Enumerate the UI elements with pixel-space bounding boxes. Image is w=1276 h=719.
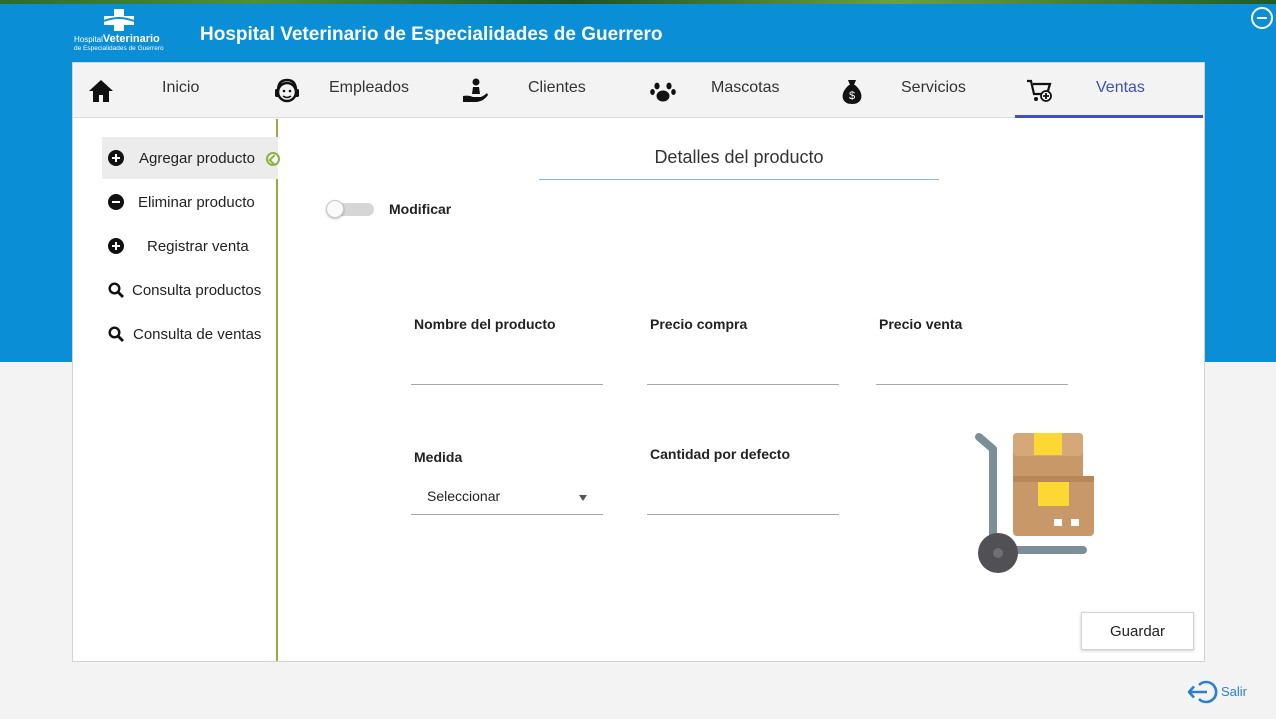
nombre-producto-input[interactable]	[411, 358, 603, 382]
medida-selected-value: Seleccionar	[427, 488, 501, 504]
nav-tab-mascotas[interactable]: Mascotas	[643, 63, 813, 118]
search-icon	[108, 326, 124, 342]
precio-venta-input[interactable]	[876, 358, 1068, 382]
nav-label: Ventas	[1096, 79, 1145, 96]
nav-label: Inicio	[162, 79, 200, 96]
sidebar-item-eliminar-producto[interactable]: Eliminar producto	[102, 181, 278, 223]
sidebar-collapse-handle[interactable]	[266, 152, 280, 166]
save-button[interactable]: Guardar	[1081, 612, 1194, 650]
precio-compra-field	[647, 358, 839, 385]
app-title: Hospital Veterinario de Especialidades d…	[200, 24, 663, 45]
precio-compra-input[interactable]	[647, 358, 839, 382]
sidebar-item-label: Consulta de ventas	[133, 326, 262, 343]
hand-person-icon	[463, 78, 488, 102]
precio-compra-label: Precio compra	[650, 316, 748, 332]
headset-icon	[275, 78, 299, 103]
sidebar-item-label: Eliminar producto	[138, 194, 255, 211]
cart-add-icon	[1027, 79, 1052, 102]
svg-text:$: $	[849, 90, 855, 102]
logout-icon	[1187, 680, 1218, 704]
section-title-underline	[539, 179, 939, 180]
nombre-producto-field	[411, 358, 603, 385]
logo-text-line1: HospitalVeterinario	[74, 33, 160, 45]
main-card: Inicio Empleados Clientes Mascotas $ Ser…	[72, 62, 1205, 662]
nav-tab-empleados[interactable]: Empleados	[263, 63, 438, 118]
nombre-producto-label: Nombre del producto	[414, 316, 556, 332]
home-icon	[89, 80, 113, 102]
medida-label: Medida	[414, 449, 463, 465]
plus-circle-icon	[108, 150, 124, 166]
main-nav: Inicio Empleados Clientes Mascotas $ Ser…	[73, 63, 1204, 118]
section-title: Detalles del producto	[654, 147, 824, 167]
medida-select[interactable]: Seleccionar	[411, 483, 603, 515]
paw-icon	[650, 82, 676, 102]
cantidad-defecto-label: Cantidad por defecto	[650, 446, 791, 462]
precio-venta-field	[876, 358, 1068, 385]
cross-logo-icon	[103, 9, 135, 31]
hospital-logo: HospitalVeterinario de Especialidades de…	[74, 8, 174, 54]
nav-label: Clientes	[528, 79, 586, 96]
sidebar-item-agregar-producto[interactable]: Agregar producto	[102, 137, 278, 179]
nav-label: Mascotas	[711, 79, 780, 96]
search-icon	[108, 282, 124, 298]
sidebar-item-label: Registrar venta	[147, 238, 249, 255]
nav-tab-servicios[interactable]: $ Servicios	[833, 63, 1008, 118]
active-tab-indicator	[1015, 115, 1203, 118]
cantidad-defecto-field	[647, 488, 839, 515]
toggle-knob	[326, 200, 344, 218]
sidebar-item-label: Consulta productos	[132, 282, 262, 299]
precio-venta-label: Precio venta	[879, 316, 963, 332]
hand-truck-boxes-illustration	[975, 433, 1094, 573]
exit-label: Salir	[1221, 684, 1248, 699]
nav-label: Empleados	[329, 79, 410, 96]
money-bag-icon: $	[842, 80, 862, 104]
sidebar-item-registrar-venta[interactable]: Registrar venta	[102, 225, 278, 267]
cantidad-defecto-input[interactable]	[647, 488, 839, 512]
nav-tab-ventas[interactable]: Ventas	[1015, 63, 1203, 118]
logo-text-line2: de Especialidades de Guerrero	[74, 45, 164, 52]
medida-underline	[411, 514, 603, 515]
nav-tab-inicio[interactable]: Inicio	[73, 63, 243, 118]
plus-circle-icon	[108, 238, 124, 254]
nav-tab-clientes[interactable]: Clientes	[453, 63, 623, 118]
sidebar-item-consulta-productos[interactable]: Consulta productos	[102, 269, 278, 311]
chevron-down-icon	[579, 495, 587, 501]
nav-label: Servicios	[901, 79, 966, 96]
sidebar-item-consulta-ventas[interactable]: Consulta de ventas	[102, 313, 278, 355]
minimize-button[interactable]	[1251, 7, 1273, 29]
modificar-label: Modificar	[389, 201, 452, 217]
sidebar: Agregar producto Eliminar producto Regis…	[73, 119, 278, 661]
sidebar-item-label: Agregar producto	[139, 150, 255, 167]
modificar-toggle[interactable]	[326, 200, 376, 218]
minus-circle-icon	[108, 194, 124, 210]
